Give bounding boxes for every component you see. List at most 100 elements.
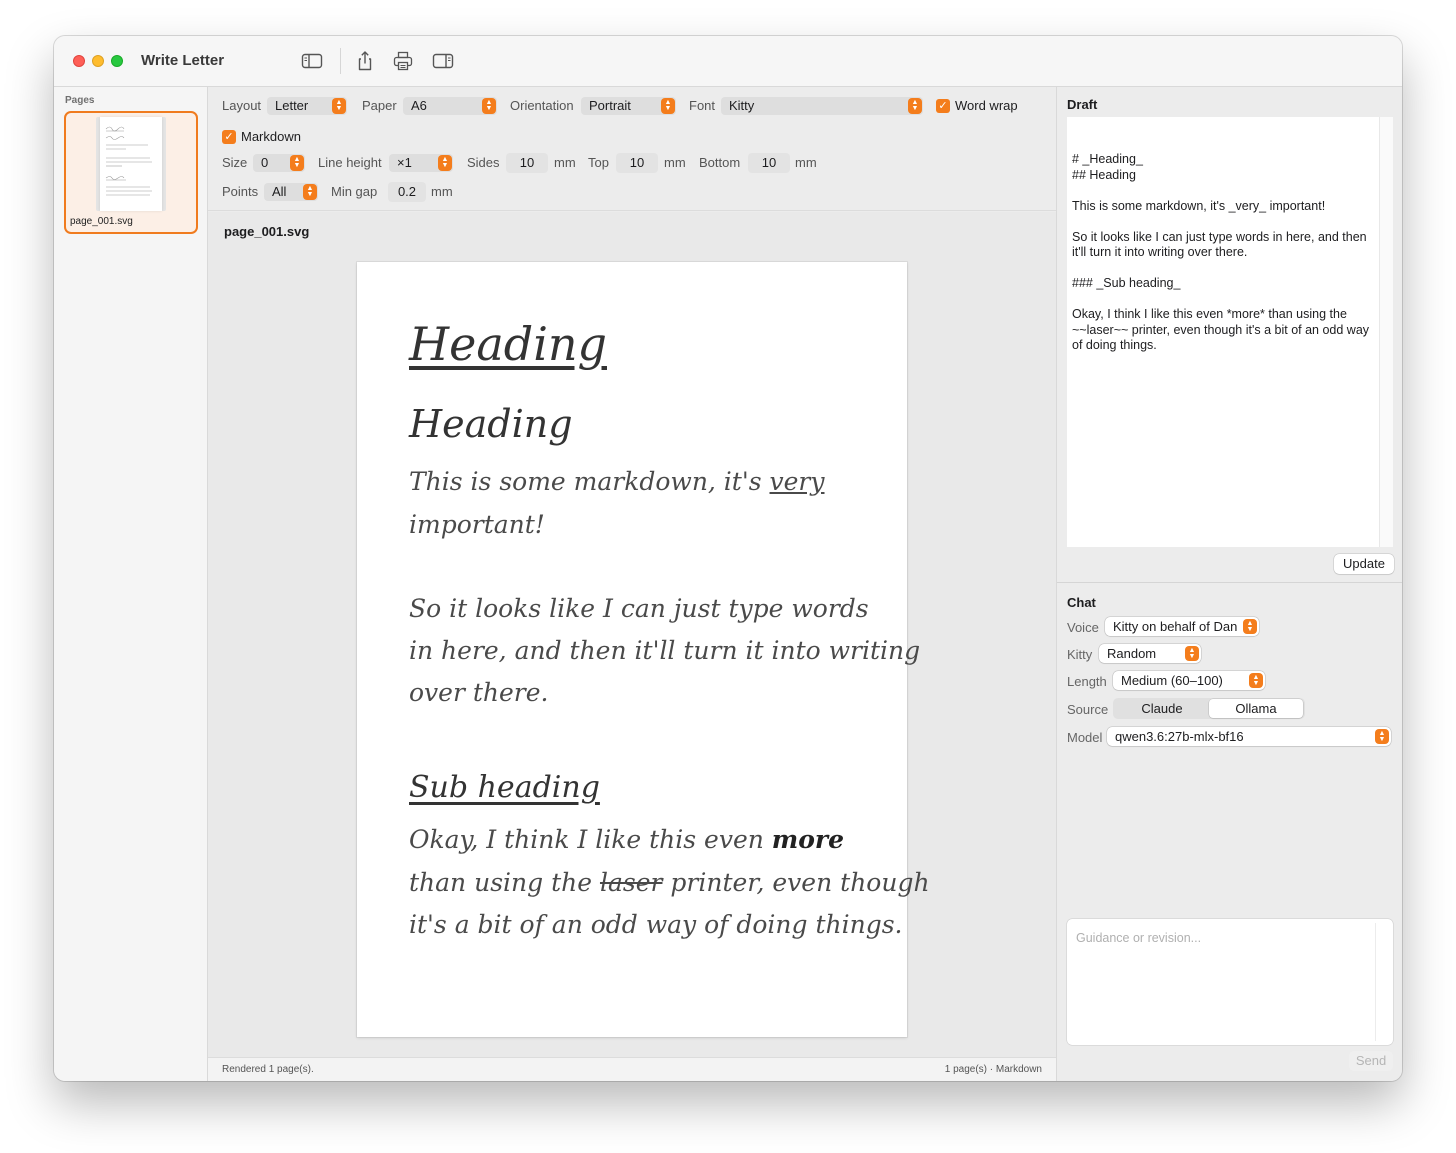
source-option-claude[interactable]: Claude [1115, 699, 1209, 718]
source-label: Source [1067, 702, 1109, 717]
handwriting-line: important! [409, 510, 545, 539]
chevron-updown-icon: ▲ ▼ [1185, 646, 1199, 661]
word-wrap-checkbox[interactable]: ✓ [936, 99, 950, 113]
handwriting-heading-3: Sub heading [409, 770, 600, 805]
heading-1-text: Heading [409, 317, 607, 371]
font-value: Kitty [729, 98, 755, 113]
chevron-updown-icon: ▲ ▼ [482, 98, 496, 114]
draft-text: # _Heading_ ## Heading This is some mark… [1072, 152, 1370, 352]
top-label: Top [588, 155, 609, 170]
length-label: Length [1067, 674, 1107, 689]
bottom-label: Bottom [699, 155, 741, 170]
orientation-value: Portrait [589, 98, 631, 113]
line-height-value: ×1 [397, 155, 412, 170]
chevron-updown-icon: ▲ ▼ [661, 98, 675, 114]
page-thumbnail[interactable]: page_001.svg [64, 111, 198, 234]
model-label: Model [1067, 730, 1103, 745]
handwriting-line: over there. [409, 678, 549, 707]
line-height-popup[interactable]: ×1 ▲ ▼ [389, 154, 453, 172]
handwriting-line: it's a bit of an odd way of doing things… [409, 910, 903, 939]
chevron-updown-icon: ▲ ▼ [1243, 619, 1257, 634]
draft-title: Draft [1067, 97, 1098, 112]
bottom-field[interactable]: 10 [748, 153, 790, 173]
points-popup[interactable]: All ▲ ▼ [264, 183, 318, 201]
heading-3-text: Sub heading [409, 770, 600, 805]
draft-editor[interactable]: # _Heading_ ## Heading This is some mark… [1067, 117, 1393, 547]
chevron-updown-icon: ▲ ▼ [290, 155, 304, 171]
length-value: Medium (60–100) [1121, 673, 1223, 688]
min-gap-label: Min gap [331, 184, 378, 199]
orientation-popup[interactable]: Portrait ▲ ▼ [581, 97, 676, 115]
paper-label: Paper [362, 98, 397, 113]
orientation-label: Orientation [510, 98, 574, 113]
app-window: Write Letter Pages page_001.svg Layout L… [54, 36, 1402, 1081]
panel-divider [1057, 582, 1402, 583]
model-popup[interactable]: qwen3.6:27b-mlx-bf16 ▲ ▼ [1107, 727, 1391, 746]
handwriting-emphasis: very [769, 467, 825, 496]
send-button[interactable]: Send [1349, 1051, 1393, 1071]
minimize-window-button[interactable] [92, 55, 104, 67]
status-summary: 1 page(s) · Markdown [944, 1064, 1042, 1075]
sides-field[interactable]: 10 [506, 153, 548, 173]
chevron-updown-icon: ▲ ▼ [332, 98, 346, 114]
font-popup[interactable]: Kitty ▲ ▼ [721, 97, 923, 115]
font-label: Font [689, 98, 716, 113]
main-area: Layout Letter ▲ ▼ Paper A6 ▲ ▼ Orientation… [208, 87, 1056, 1081]
markdown-checkbox[interactable]: ✓ [222, 130, 236, 144]
kitty-value: Random [1107, 646, 1157, 661]
window-title: Write Letter [141, 52, 225, 69]
source-segmented-control: Claude Ollama [1113, 698, 1305, 719]
bottom-unit: mm [795, 155, 817, 170]
top-unit: mm [664, 155, 686, 170]
top-field[interactable]: 10 [616, 153, 658, 173]
update-button[interactable]: Update [1334, 554, 1394, 574]
handwriting-line: Okay, I think I like this even more [409, 825, 844, 854]
preview-area: page_001.svg Heading Heading This is som… [208, 212, 1056, 1057]
handwriting-heading-2: Heading [409, 402, 573, 446]
chevron-updown-icon: ▲ ▼ [303, 184, 317, 200]
min-gap-unit: mm [431, 184, 453, 199]
close-window-button[interactable] [73, 55, 85, 67]
zoom-window-button[interactable] [111, 55, 123, 67]
layout-popup[interactable]: Letter ▲ ▼ [267, 97, 347, 115]
layout-controls: Layout Letter ▲ ▼ Paper A6 ▲ ▼ Orientation… [208, 87, 1056, 211]
handwriting-heading-1: Heading [409, 317, 607, 371]
chat-input-placeholder: Guidance or revision... [1076, 931, 1202, 945]
preview-title: page_001.svg [224, 224, 310, 239]
voice-popup[interactable]: Kitty on behalf of Dan ▲ ▼ [1105, 617, 1259, 636]
length-popup[interactable]: Medium (60–100) ▲ ▼ [1113, 671, 1265, 690]
inspector-toggle-icon[interactable] [431, 50, 455, 72]
chat-input[interactable]: Guidance or revision... [1067, 919, 1393, 1045]
status-message: Rendered 1 page(s). [222, 1064, 314, 1075]
kitty-popup[interactable]: Random ▲ ▼ [1099, 644, 1201, 663]
kitty-label: Kitty [1067, 647, 1093, 662]
source-option-ollama[interactable]: Ollama [1209, 699, 1303, 718]
inspector-panel: Draft # _Heading_ ## Heading This is som… [1056, 87, 1402, 1081]
chevron-updown-icon: ▲ ▼ [908, 98, 922, 114]
handwriting-line: in here, and then it'll turn it into wri… [409, 636, 921, 665]
share-icon[interactable] [353, 50, 377, 72]
print-icon[interactable] [391, 50, 415, 72]
handwriting-text: than using the [409, 868, 600, 897]
handwriting-text: printer, even though [662, 868, 930, 897]
chat-input-scrollbar[interactable] [1375, 923, 1387, 1041]
points-label: Points [222, 184, 259, 199]
model-value: qwen3.6:27b-mlx-bf16 [1115, 729, 1244, 744]
chat-title: Chat [1067, 595, 1096, 610]
handwriting-text: This is some markdown, it's [409, 467, 770, 496]
chevron-updown-icon: ▲ ▼ [1249, 673, 1263, 688]
markdown-label: Markdown [241, 129, 301, 144]
chevron-updown-icon: ▲ ▼ [438, 155, 452, 171]
sides-unit: mm [554, 155, 576, 170]
handwriting-text: Okay, I think I like this even [409, 825, 772, 854]
status-bar: Rendered 1 page(s). 1 page(s) · Markdown [208, 1057, 1056, 1081]
sidebar-toggle-icon[interactable] [300, 50, 324, 72]
pages-label: Pages [65, 95, 95, 106]
points-value: All [272, 184, 287, 199]
line-height-label: Line height [318, 155, 382, 170]
size-label: Size [222, 155, 248, 170]
size-popup[interactable]: 0 ▲ ▼ [253, 154, 305, 172]
paper-popup[interactable]: A6 ▲ ▼ [403, 97, 497, 115]
draft-scrollbar[interactable] [1379, 117, 1393, 547]
min-gap-field[interactable]: 0.2 [388, 182, 426, 202]
